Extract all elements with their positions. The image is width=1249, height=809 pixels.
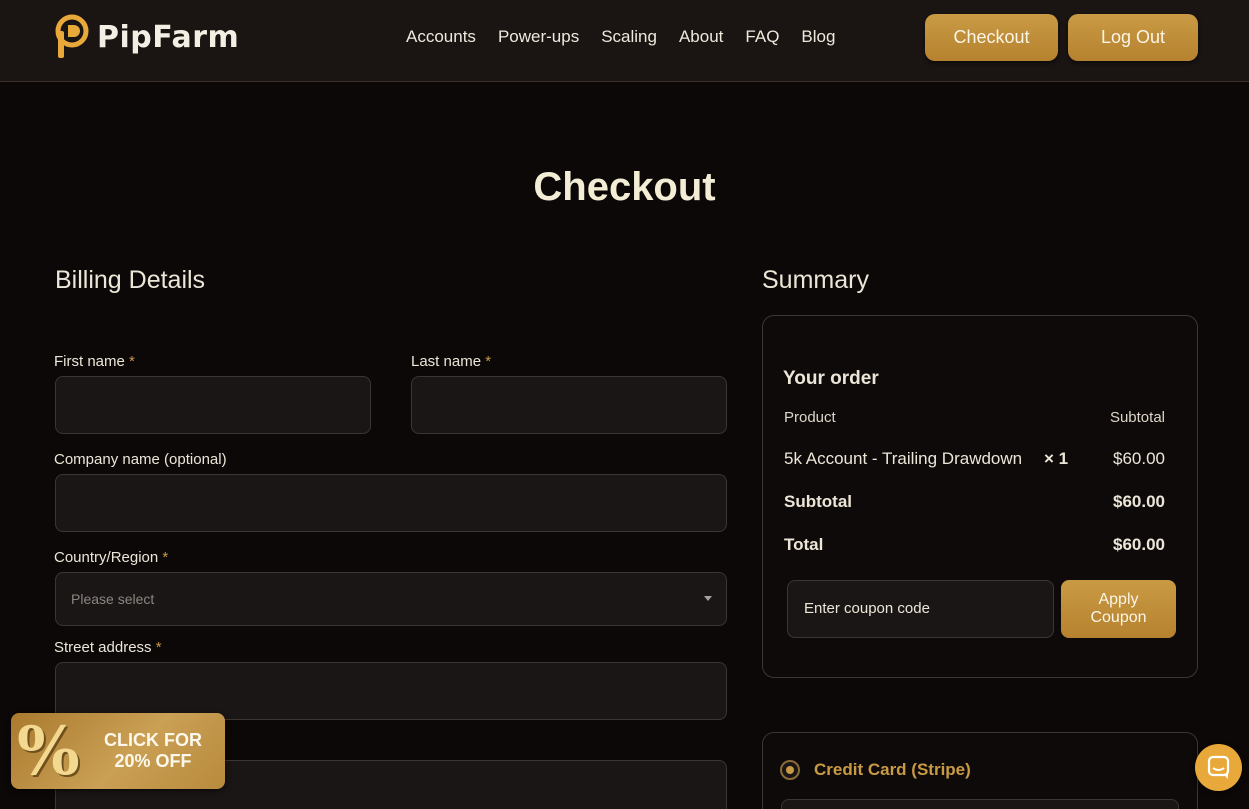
nav-accounts[interactable]: Accounts	[406, 26, 476, 48]
brand-logo[interactable]: PipFarm	[55, 14, 239, 60]
street-address-label: Street address *	[54, 639, 162, 656]
discount-promo-badge[interactable]: % CLICK FOR 20% OFF	[11, 713, 225, 789]
required-mark: *	[155, 639, 162, 656]
total-value: $60.00	[1113, 535, 1165, 554]
chat-launcher-button[interactable]	[1195, 744, 1242, 791]
card-details-field[interactable]	[781, 799, 1179, 809]
apply-coupon-button[interactable]: Apply Coupon	[1061, 580, 1176, 638]
site-header: PipFarm Accounts Power-ups Scaling About…	[0, 0, 1249, 82]
required-mark: *	[129, 353, 135, 370]
nav-faq[interactable]: FAQ	[745, 26, 779, 48]
nav-blog[interactable]: Blog	[801, 26, 835, 48]
promo-text: CLICK FOR 20% OFF	[95, 730, 211, 772]
pipfarm-logo-icon	[55, 14, 89, 58]
nav-scaling[interactable]: Scaling	[601, 26, 657, 48]
your-order-title: Your order	[783, 368, 879, 389]
required-mark: *	[485, 353, 492, 370]
brand-name: PipFarm	[97, 19, 240, 55]
chat-icon	[1207, 755, 1230, 779]
page-title: Checkout	[533, 165, 716, 209]
credit-card-label[interactable]: Credit Card (Stripe)	[814, 760, 971, 780]
main-nav: Accounts Power-ups Scaling About FAQ Blo…	[406, 26, 857, 48]
subtotal-column-header: Subtotal	[1109, 409, 1165, 426]
apply-coupon-label-line1: Apply	[1098, 591, 1139, 608]
order-item-price: $60.00	[1113, 449, 1165, 468]
last-name-label: Last name *	[411, 353, 491, 370]
country-select-value: Please select	[71, 591, 155, 607]
header-checkout-button[interactable]: Checkout	[925, 14, 1058, 61]
order-item-quantity: × 1	[1044, 449, 1069, 468]
promo-line2: 20% OFF	[114, 751, 192, 771]
percent-icon: %	[17, 712, 80, 790]
street-address-label-text: Street address	[54, 639, 152, 656]
nav-about[interactable]: About	[679, 26, 723, 48]
last-name-label-text: Last name	[411, 353, 482, 370]
street-address-field[interactable]	[55, 662, 727, 720]
payment-method-panel: Credit Card (Stripe)	[762, 732, 1198, 809]
order-item-name: 5k Account - Trailing Drawdown	[784, 449, 1023, 468]
billing-details-title: Billing Details	[55, 266, 206, 294]
subtotal-value: $60.00	[1113, 492, 1165, 511]
logout-button[interactable]: Log Out	[1068, 14, 1198, 61]
last-name-field[interactable]	[411, 376, 727, 434]
nav-power-ups[interactable]: Power-ups	[498, 26, 579, 48]
country-label-text: Country/Region	[54, 549, 159, 566]
company-name-field[interactable]	[55, 474, 727, 532]
total-label: Total	[784, 535, 824, 554]
coupon-placeholder: Enter coupon code	[804, 600, 930, 617]
required-mark: *	[162, 549, 169, 566]
first-name-label: First name *	[54, 353, 135, 370]
product-column-header: Product	[784, 409, 836, 426]
order-summary-panel: Your order Product Subtotal 5k Account -…	[762, 315, 1198, 678]
chevron-down-icon	[704, 596, 712, 601]
company-name-label: Company name (optional)	[54, 451, 227, 468]
summary-title: Summary	[762, 266, 869, 294]
subtotal-label: Subtotal	[784, 492, 852, 511]
apply-coupon-label-line2: Coupon	[1090, 609, 1147, 626]
first-name-field[interactable]	[55, 376, 371, 434]
promo-line1: CLICK FOR	[104, 730, 202, 750]
credit-card-radio[interactable]	[780, 760, 800, 780]
coupon-code-input[interactable]: Enter coupon code	[787, 580, 1054, 638]
first-name-label-text: First name	[54, 353, 125, 370]
country-select[interactable]: Please select	[55, 572, 727, 626]
country-label: Country/Region *	[54, 549, 168, 566]
